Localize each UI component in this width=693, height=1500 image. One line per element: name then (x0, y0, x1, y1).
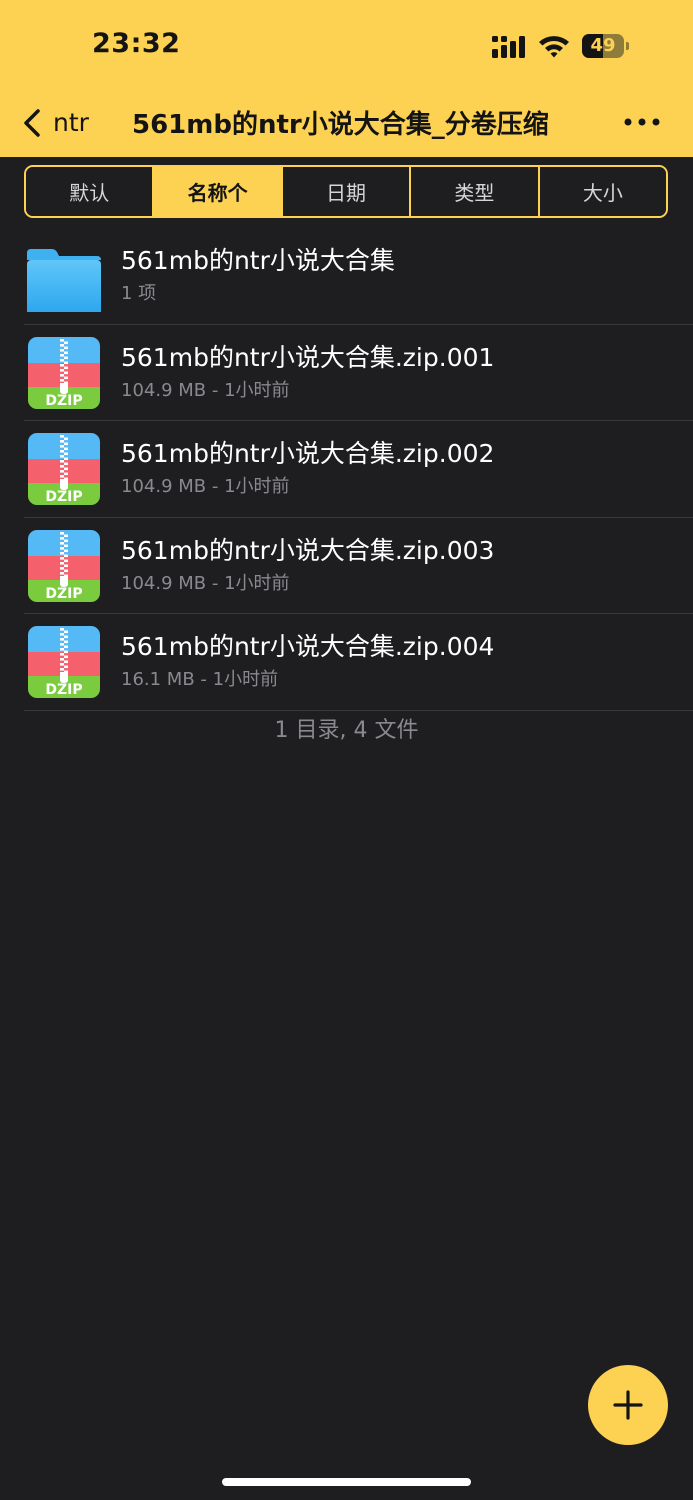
file-row[interactable]: DZIP 561mb的ntr小说大合集.zip.001 104.9 MB - 1小时… (0, 325, 693, 421)
sort-segmented-control: 默认 名称个 日期 类型 大小 (24, 165, 668, 218)
file-row[interactable]: DZIP 561mb的ntr小说大合集.zip.002 104.9 MB - 1小时… (0, 421, 693, 518)
file-list: 561mb的ntr小说大合集 1 项 DZIP 561mb的ntr小说大合集.zip.… (0, 228, 693, 711)
file-row[interactable]: 561mb的ntr小说大合集 1 项 (0, 228, 693, 325)
zip-archive-icon: DZIP (26, 433, 102, 505)
wifi-icon (539, 36, 569, 58)
zip-archive-icon: DZIP (26, 626, 102, 698)
status-time: 23:32 (92, 28, 181, 59)
battery-percent: 49 (590, 35, 616, 56)
file-row[interactable]: DZIP 561mb的ntr小说大合集.zip.004 16.1 MB - 1小时前 (0, 614, 693, 711)
file-name: 561mb的ntr小说大合集.zip.004 (121, 632, 495, 661)
file-name: 561mb的ntr小说大合集.zip.001 (121, 342, 495, 372)
chevron-left-icon (24, 109, 40, 137)
add-button[interactable] (588, 1365, 668, 1445)
folder-icon (26, 240, 102, 316)
file-name: 561mb的ntr小说大合集.zip.002 (121, 439, 495, 468)
file-name: 561mb的ntr小说大合集.zip.003 (121, 535, 495, 565)
zip-archive-icon: DZIP (26, 336, 102, 409)
sort-option-0[interactable]: 默认 (26, 167, 153, 216)
zip-badge-label: DZIP (45, 489, 82, 505)
file-meta: 1 项 (121, 283, 157, 304)
file-meta: 104.9 MB - 1小时前 (121, 572, 290, 594)
zip-archive-icon: DZIP (26, 529, 102, 602)
folder-summary: 1 目录, 4 文件 (274, 718, 419, 743)
zip-badge-label: DZIP (45, 586, 82, 602)
file-meta: 104.9 MB - 1小时前 (121, 476, 290, 497)
battery-nub (626, 42, 629, 50)
page-title: 561mb的ntr小说大合集_分卷压缩 (132, 110, 549, 140)
sort-option-4[interactable]: 大小 (537, 167, 666, 216)
back-button[interactable]: ntr (16, 104, 96, 142)
file-meta: 104.9 MB - 1小时前 (121, 379, 290, 401)
file-meta: 16.1 MB - 1小时前 (121, 669, 279, 690)
back-label: ntr (53, 108, 89, 137)
home-indicator[interactable] (222, 1478, 471, 1486)
zip-badge-label: DZIP (45, 682, 82, 698)
battery-indicator: 49 (582, 34, 630, 58)
row-divider (24, 709, 693, 711)
file-name: 561mb的ntr小说大合集 (121, 246, 395, 275)
sort-option-1[interactable]: 名称个 (152, 167, 281, 216)
file-row[interactable]: DZIP 561mb的ntr小说大合集.zip.003 104.9 MB - 1小时… (0, 518, 693, 614)
zip-badge-label: DZIP (45, 393, 82, 409)
more-horizontal-icon[interactable] (620, 106, 664, 138)
header-bar: 23:32 49 ntr 561mb的ntr小说大合集_分卷压缩 (0, 0, 693, 157)
cellular-signal-icon (492, 36, 525, 58)
sort-option-2[interactable]: 日期 (280, 167, 410, 216)
sort-option-3[interactable]: 类型 (409, 167, 538, 216)
plus-icon (613, 1390, 643, 1420)
battery-icon: 49 (582, 34, 624, 58)
